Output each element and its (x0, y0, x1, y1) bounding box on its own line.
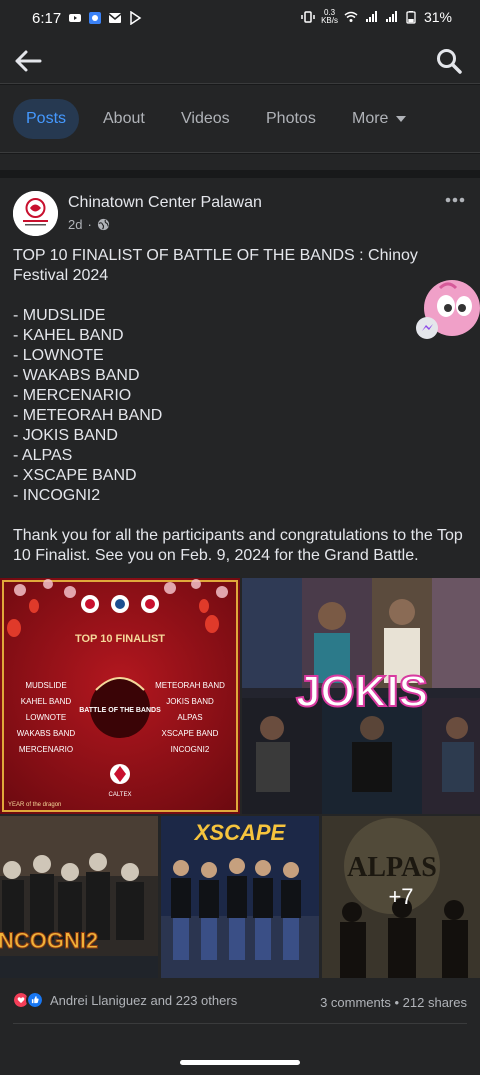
poster-sponsor: CALTEX (109, 792, 132, 798)
back-arrow-icon[interactable] (12, 46, 44, 76)
tab-more[interactable]: More (339, 99, 419, 139)
poster-left-item: KAHEL BAND (21, 697, 72, 706)
xscape-text: XSCAPE (193, 820, 287, 845)
band-item: - MERCENARIO (13, 387, 132, 404)
band-item: - LOWNOTE (13, 347, 104, 364)
status-bar: 6:17 0.3 KB/s 31% (0, 0, 480, 38)
tab-photos[interactable]: Photos (253, 99, 329, 139)
status-time: 6:17 (32, 10, 62, 27)
counts-dot: • (394, 995, 403, 1010)
jokis-text: JOKIS (296, 667, 428, 716)
photo-finalist-poster[interactable]: TOP 10 FINALIST MUDSLIDE KAHEL BAND LOWN… (0, 578, 240, 814)
status-right: 0.3 KB/s 31% (301, 9, 452, 25)
tab-about[interactable]: About (90, 99, 158, 139)
incogni2-text: NCOGNI2 (0, 928, 98, 953)
previous-post-remnant (0, 154, 480, 178)
tab-posts[interactable]: Posts (13, 99, 80, 139)
band-item: - XSCAPE BAND (13, 467, 137, 484)
band-item: - MUDSLIDE (13, 307, 106, 324)
signal-icon (365, 11, 377, 22)
shares-count[interactable]: 212 shares (403, 995, 467, 1010)
poster-left-item: MUDSLIDE (25, 681, 66, 690)
band-item: - JOKIS BAND (13, 427, 118, 444)
reactions-text: Andrei Llaniguez and 223 others (50, 992, 238, 1008)
photo-alpas-band[interactable]: ALPAS +7 (322, 816, 480, 978)
profile-tabs: Posts About Videos Photos More (0, 85, 480, 153)
meta-dot: · (87, 217, 92, 232)
tab-videos[interactable]: Videos (168, 99, 243, 139)
band-item: - INCOGNI2 (13, 487, 101, 504)
photo-incogni2-band[interactable]: NCOGNI2 (0, 816, 158, 978)
photo-grid: TOP 10 FINALIST MUDSLIDE KAHEL BAND LOWN… (0, 578, 480, 978)
search-icon[interactable] (434, 46, 464, 76)
poster-left-item: WAKABS BAND (17, 729, 76, 738)
poster-footer: YEAR of the dragon (8, 802, 61, 808)
like-reaction-icon (26, 991, 44, 1009)
page-avatar[interactable] (13, 191, 58, 236)
post-action-bar (0, 1038, 480, 1075)
page-name[interactable]: Chinatown Center Palawan (68, 194, 262, 212)
divider (13, 1023, 467, 1024)
mail-icon (108, 13, 122, 23)
post-text: TOP 10 FINALIST OF BATTLE OF THE BANDS :… (13, 246, 469, 566)
reaction-icons (12, 991, 44, 1009)
engagement-counts: 3 comments • 212 shares (320, 995, 467, 1010)
photo-xscape-band[interactable]: XSCAPE (161, 816, 319, 978)
vibrate-icon (301, 11, 315, 23)
post-age[interactable]: 2d (68, 217, 82, 232)
post-title: TOP 10 FINALIST OF BATTLE OF THE BANDS :… (13, 247, 418, 284)
comments-count[interactable]: 3 comments (320, 995, 391, 1010)
reactions-summary[interactable]: Andrei Llaniguez and 223 others (12, 991, 237, 1009)
poster-left-item: LOWNOTE (26, 713, 66, 722)
poster-center-logo: BATTLE OF THE BANDS (79, 707, 161, 714)
youtube-icon (69, 14, 81, 22)
wifi-icon (344, 11, 358, 22)
notification-icons (68, 11, 142, 25)
play-store-icon (130, 11, 142, 25)
more-photos-count[interactable]: +7 (322, 816, 480, 978)
post-card: Chinatown Center Palawan 2d · TOP 10 FIN… (0, 178, 480, 1038)
poster-right-item: INCOGNI2 (171, 745, 210, 754)
battery-level: 31% (423, 9, 452, 25)
band-item: - KAHEL BAND (13, 327, 124, 344)
gesture-bar (180, 1060, 300, 1065)
poster-heading: TOP 10 FINALIST (75, 633, 165, 645)
top-bar (0, 38, 480, 84)
chinatown-logo (13, 191, 58, 236)
photo-jokis-band[interactable]: JOKIS (242, 578, 480, 814)
band-item: - WAKABS BAND (13, 367, 140, 384)
battery-icon (406, 11, 416, 24)
poster-right-item: JOKIS BAND (166, 697, 214, 706)
poster-right-item: METEORAH BAND (155, 681, 225, 690)
chevron-down-icon (396, 115, 407, 122)
poster-right-item: ALPAS (177, 713, 202, 722)
post-meta: 2d · (68, 217, 110, 232)
net-speed: 0.3 KB/s (321, 8, 338, 25)
globe-icon (97, 218, 109, 231)
poster-right-item: XSCAPE BAND (162, 729, 219, 738)
messenger-chat-head[interactable] (416, 278, 480, 342)
poster-left-item: MERCENARIO (19, 745, 73, 754)
band-item: - ALPAS (13, 447, 73, 464)
band-item: - METEORAH BAND (13, 407, 163, 424)
app-icon (89, 12, 101, 24)
post-closing: Thank you for all the participants and c… (13, 527, 463, 564)
signal-icon-2 (385, 11, 397, 22)
more-options-icon[interactable] (443, 190, 467, 210)
